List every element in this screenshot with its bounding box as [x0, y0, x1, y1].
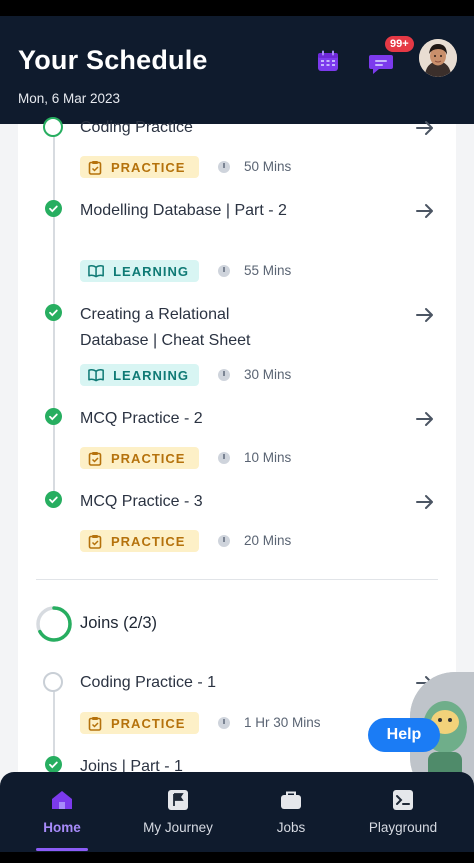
nav-label: Playground — [368, 820, 438, 835]
clipboard-icon — [88, 534, 102, 549]
duration-text: 30 Mins — [244, 367, 292, 382]
clock-icon — [218, 534, 230, 547]
tag-label: PRACTICE — [111, 159, 186, 175]
completed-check-icon — [45, 408, 62, 425]
section-divider — [36, 579, 438, 580]
clock-icon — [218, 264, 230, 277]
clock-icon — [218, 716, 230, 729]
duration-text: 10 Mins — [244, 450, 292, 465]
section-title[interactable]: Joins (2/3) — [80, 614, 157, 633]
arrow-right-icon[interactable] — [414, 117, 436, 139]
clipboard-icon — [88, 160, 102, 175]
learning-tag: LEARNING — [80, 364, 199, 386]
help-button[interactable]: Help — [368, 718, 440, 752]
nav-home[interactable]: Home — [3, 772, 121, 852]
book-icon — [88, 368, 104, 382]
notification-badge: 99+ — [384, 35, 415, 53]
calendar-icon[interactable] — [316, 49, 340, 73]
item-title[interactable]: Modelling Database | Part - 2 — [80, 198, 300, 224]
home-icon — [52, 791, 72, 809]
clipboard-icon — [88, 451, 102, 466]
tag-label: LEARNING — [113, 263, 189, 279]
duration-text: 20 Mins — [244, 533, 292, 548]
bottom-nav: Home My Journey Jobs Playground — [0, 772, 474, 852]
tag-label: PRACTICE — [111, 533, 186, 549]
nav-label: My Journey — [143, 820, 213, 835]
nav-label: Home — [43, 820, 81, 835]
briefcase-icon — [281, 791, 301, 809]
tag-label: PRACTICE — [111, 450, 186, 466]
terminal-icon — [393, 790, 413, 810]
section-progress-ring — [36, 606, 72, 642]
nav-label: Jobs — [276, 820, 306, 835]
duration: 50 Mins — [218, 159, 291, 174]
not-started-dot — [43, 672, 63, 692]
duration: 30 Mins — [218, 367, 291, 382]
avatar-image — [419, 39, 457, 77]
app-header: Your Schedule Mon, 6 Mar 2023 99+ — [0, 16, 474, 124]
duration-text: 55 Mins — [244, 263, 292, 278]
clock-icon — [218, 451, 230, 464]
arrow-right-icon[interactable] — [414, 491, 436, 513]
status-bar — [0, 0, 474, 16]
item-title[interactable]: Coding Practice — [80, 115, 340, 141]
duration: 55 Mins — [218, 263, 291, 278]
duration-text: 1 Hr 30 Mins — [244, 715, 321, 730]
item-title[interactable]: MCQ Practice - 2 — [80, 406, 340, 432]
completed-check-icon — [45, 756, 62, 773]
nav-playground[interactable]: Playground — [344, 772, 462, 852]
practice-tag: PRACTICE — [80, 156, 199, 178]
active-tab-indicator — [36, 848, 88, 851]
duration: 20 Mins — [218, 533, 291, 548]
progress-dot — [43, 117, 63, 137]
arrow-right-icon[interactable] — [414, 408, 436, 430]
item-title[interactable]: MCQ Practice - 3 — [80, 489, 340, 515]
chat-icon[interactable] — [368, 51, 394, 75]
completed-check-icon — [45, 304, 62, 321]
nav-jobs[interactable]: Jobs — [232, 772, 350, 852]
duration-text: 50 Mins — [244, 159, 292, 174]
clock-icon — [218, 368, 230, 381]
completed-check-icon — [45, 200, 62, 217]
duration: 1 Hr 30 Mins — [218, 715, 321, 730]
schedule-date: Mon, 6 Mar 2023 — [18, 91, 121, 106]
clock-icon — [218, 160, 230, 173]
system-nav-bar — [0, 852, 474, 863]
nav-my-journey[interactable]: My Journey — [119, 772, 237, 852]
practice-tag: PRACTICE — [80, 530, 199, 552]
duration: 10 Mins — [218, 450, 291, 465]
app-screen: Your Schedule Mon, 6 Mar 2023 99+ Coding… — [0, 0, 474, 863]
item-title[interactable]: Creating a Relational Database | Cheat S… — [80, 302, 280, 354]
tag-label: LEARNING — [113, 367, 189, 383]
tag-label: PRACTICE — [111, 715, 186, 731]
flag-icon — [168, 790, 188, 810]
learning-tag: LEARNING — [80, 260, 199, 282]
practice-tag: PRACTICE — [80, 447, 199, 469]
schedule-card: Coding Practice PRACTICE 50 Mins Modelli… — [18, 117, 456, 784]
book-icon — [88, 264, 104, 278]
avatar[interactable] — [419, 39, 457, 77]
arrow-right-icon[interactable] — [414, 200, 436, 222]
arrow-right-icon[interactable] — [414, 304, 436, 326]
item-title[interactable]: Coding Practice - 1 — [80, 670, 340, 696]
practice-tag: PRACTICE — [80, 712, 199, 734]
completed-check-icon — [45, 491, 62, 508]
page-title: Your Schedule — [18, 45, 208, 75]
clipboard-icon — [88, 716, 102, 731]
